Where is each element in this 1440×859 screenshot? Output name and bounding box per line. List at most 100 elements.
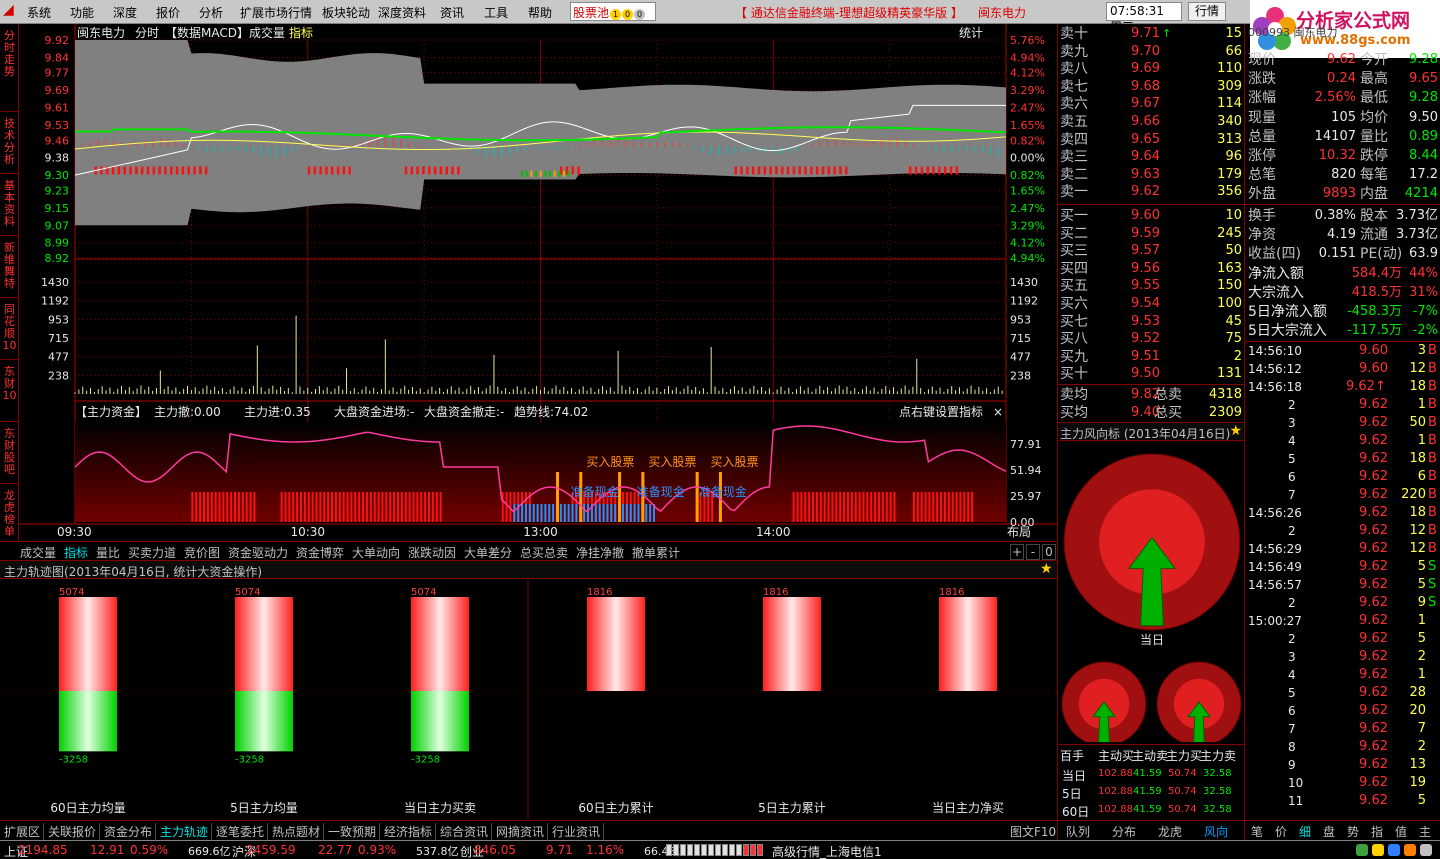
ind-bar (959, 492, 962, 522)
bottom-tab-8[interactable]: 综合资讯 (440, 823, 493, 840)
tab-1[interactable]: 指标 (64, 544, 88, 561)
sidebar-tab[interactable]: 基本资料 (1, 176, 18, 236)
rp-tab[interactable]: 龙虎 (1158, 823, 1182, 840)
sidebar-tab[interactable]: 分时走势 (1, 26, 18, 112)
rp-tab-2[interactable]: 价 (1275, 823, 1287, 840)
rp-tab[interactable]: 风向 (1204, 823, 1228, 840)
rp-tab[interactable]: 队列 (1066, 823, 1090, 840)
menu-item[interactable]: 深度资料 (378, 4, 426, 21)
rp-tab-2[interactable]: 笔 (1251, 823, 1263, 840)
menu-item[interactable]: 帮助 (528, 4, 552, 21)
lock-icon[interactable] (1372, 844, 1384, 856)
tab-7[interactable]: 大单动向 (352, 544, 400, 561)
tab-control[interactable]: + (1010, 544, 1024, 560)
signal-block (909, 166, 912, 175)
sidebar-tab[interactable]: 同花顺10 (1, 300, 18, 360)
menu-item[interactable]: 板块轮动 (322, 4, 370, 21)
bottom-tab-7[interactable]: 经济指标 (384, 823, 437, 840)
alert-icon[interactable] (1404, 844, 1416, 856)
bottom-tab-0[interactable]: 扩展区 (4, 823, 45, 840)
tab-0[interactable]: 成交量 (20, 544, 56, 561)
bottom-tab-5[interactable]: 热点题材 (272, 823, 325, 840)
menu-item[interactable]: 功能 (70, 4, 94, 21)
tab-control[interactable]: - (1026, 544, 1040, 560)
bottom-tab-4[interactable]: 逐笔委托 (216, 823, 269, 840)
ind-bar (435, 492, 438, 522)
signal-block (410, 166, 414, 175)
tab-11[interactable]: 净挂净撤 (576, 544, 624, 561)
track-top-label: 5074 (411, 587, 436, 598)
ind-bar (284, 492, 287, 522)
menu-item[interactable]: 资讯 (440, 4, 464, 21)
bid-volume: 45 (1225, 313, 1242, 329)
menu-item[interactable]: 系统 (27, 4, 51, 21)
signal-block (521, 170, 524, 177)
tab-6[interactable]: 资金博弈 (296, 544, 344, 561)
bottom-tab-3[interactable]: 主力轨迹 (160, 823, 213, 840)
rp-tab-2[interactable]: 指 (1371, 823, 1383, 840)
tab-3[interactable]: 买卖力道 (128, 544, 176, 561)
sidebar-tab[interactable]: 龙虎榜单 (1, 486, 18, 546)
bid-price: 9.59 (1131, 225, 1160, 241)
ind-bar (342, 492, 345, 522)
settings-icon[interactable] (1420, 844, 1432, 856)
track-bar-label: 当日主力买卖 (404, 801, 476, 815)
ind-bar (889, 492, 892, 522)
quote-button[interactable]: 行情 (1188, 2, 1226, 21)
tab-2[interactable]: 量比 (96, 544, 120, 561)
pool-badge-1: 1 (610, 9, 622, 20)
stat-value: 14107 (1314, 128, 1356, 144)
tick-time: 14:56:18 (1248, 380, 1302, 394)
track-bottom-label: -3258 (59, 754, 88, 765)
app-icon[interactable]: ◢ (3, 2, 14, 18)
bottom-tab-6[interactable]: 一致预期 (328, 823, 381, 840)
sidebar-tab[interactable]: 东财股吧 (1, 424, 18, 484)
tab-9[interactable]: 大单差分 (464, 544, 512, 561)
star-icon[interactable]: ★ (1229, 423, 1242, 439)
sidebar-tab[interactable]: 新维舞特 (1, 238, 18, 298)
rp-tab-2[interactable]: 细 (1299, 823, 1311, 840)
stat-label: 净资 (1248, 226, 1276, 243)
tick-time: 7 (1288, 722, 1296, 736)
bottom-tab-2[interactable]: 资金分布 (104, 823, 157, 840)
signal-block (135, 166, 138, 175)
signal-block (914, 166, 918, 175)
rp-tab[interactable]: 分布 (1112, 823, 1136, 840)
ind-title: 【主力资金】 (75, 404, 147, 419)
stat-value: 4214 (1404, 186, 1438, 202)
ind-bar (385, 492, 388, 522)
stock-code: 000993 闽东电力 (1248, 26, 1338, 39)
menu-item[interactable]: 深度 (113, 4, 137, 21)
rp-tab-2[interactable]: 值 (1395, 823, 1407, 840)
tab-4[interactable]: 竞价图 (184, 544, 220, 561)
menu-item[interactable]: 报价 (156, 4, 180, 21)
bottom-tab-1[interactable]: 关联报价 (48, 823, 101, 840)
f10-button[interactable]: 图文F10 (1010, 823, 1056, 840)
stock-pool-button[interactable]: 股票池 1 0 0 (570, 2, 656, 21)
stock-pool-label: 股票池 (573, 6, 610, 20)
rp-tab-2[interactable]: 盘 (1323, 823, 1335, 840)
menu-item[interactable]: 扩展市场行情 (240, 4, 312, 21)
track-pos-bar (235, 597, 293, 691)
rp-tab-2[interactable]: 主 (1419, 823, 1431, 840)
price-tick: 9.53 (45, 119, 70, 132)
rp-tab-2[interactable]: 势 (1347, 823, 1359, 840)
ind-blue-bar (610, 504, 613, 522)
info-icon[interactable] (1388, 844, 1400, 856)
tab-5[interactable]: 资金驱动力 (228, 544, 288, 561)
tab-10[interactable]: 总买总卖 (520, 544, 568, 561)
menu-item[interactable]: 工具 (484, 4, 508, 21)
tick-side: B (1428, 451, 1437, 466)
bottom-tab-10[interactable]: 行业资讯 (552, 823, 605, 840)
network-icon[interactable] (1356, 844, 1368, 856)
intraday-chart[interactable]: 闽东电力 分时 【数据MACD】 成交量 指标 统计 9.92 5.76% 9.84 4.94% 9… (19, 24, 1057, 542)
star-icon[interactable]: ★ (1040, 561, 1053, 577)
tab-8[interactable]: 涨跌动因 (408, 544, 456, 561)
sidebar-tab[interactable]: 技术分析 (1, 114, 18, 174)
tab-control[interactable]: 0 (1042, 544, 1056, 560)
menu-item[interactable]: 分析 (199, 4, 223, 21)
chart-mode: 分时 (135, 26, 159, 40)
tab-12[interactable]: 撤单累计 (632, 544, 680, 561)
bottom-tab-9[interactable]: 网摘资讯 (496, 823, 549, 840)
sidebar-tab[interactable]: 东财10 (1, 362, 18, 422)
